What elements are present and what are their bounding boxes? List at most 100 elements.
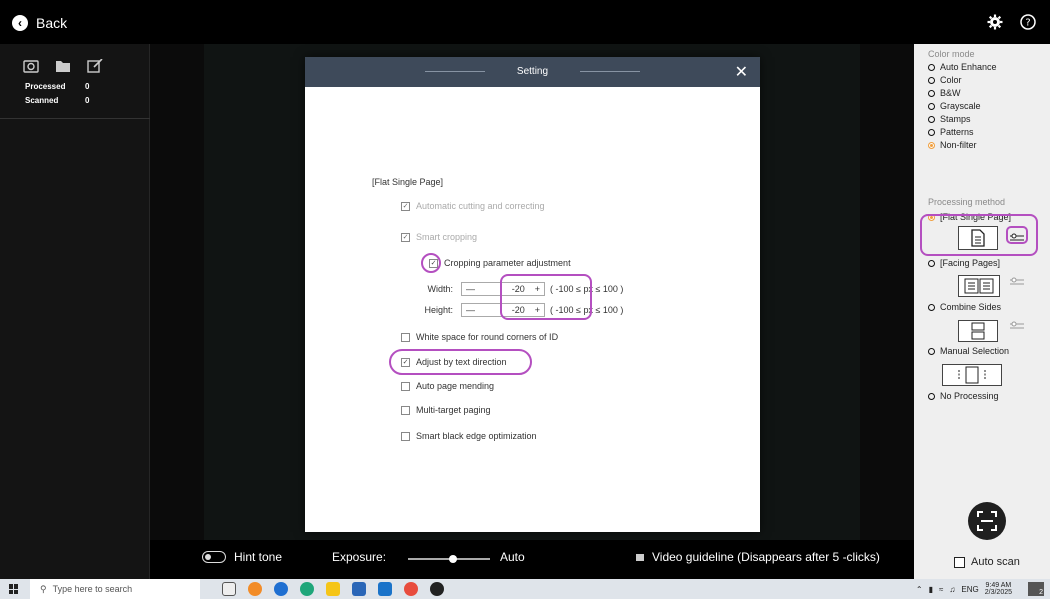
radio-icon[interactable] xyxy=(928,102,935,110)
radio-color[interactable]: Color xyxy=(928,75,962,85)
radio-label: No Processing xyxy=(940,391,999,401)
white-space-option[interactable]: White space for round corners of ID xyxy=(401,332,558,342)
minus-button[interactable]: — xyxy=(466,284,475,294)
exposure-slider[interactable] xyxy=(408,555,490,563)
crop-param-option[interactable]: ✓ Cropping parameter adjustment xyxy=(429,258,571,268)
edge-icon[interactable] xyxy=(300,582,314,596)
multi-target-option[interactable]: Multi-target paging xyxy=(401,405,491,415)
folder-icon[interactable] xyxy=(54,58,72,74)
mail-icon[interactable] xyxy=(378,582,392,596)
scan-button[interactable] xyxy=(968,502,1006,540)
toggle-icon[interactable] xyxy=(202,551,226,563)
radio-combine-sides[interactable]: Combine Sides xyxy=(928,302,1001,312)
manual-selection-thumb[interactable] xyxy=(942,364,1002,386)
checkbox-icon[interactable] xyxy=(401,332,410,342)
combine-adjust-icon[interactable] xyxy=(1010,318,1024,329)
section-label: [Flat Single Page] xyxy=(372,177,444,187)
volume-icon[interactable]: ♫ xyxy=(949,585,955,594)
auto-cut-option[interactable]: ✓ Automatic cutting and correcting xyxy=(401,201,545,211)
processed-stat: Processed 0 xyxy=(25,82,89,91)
radio-patterns[interactable]: Patterns xyxy=(928,127,974,137)
radio-label: Grayscale xyxy=(940,101,981,111)
radio-stamps[interactable]: Stamps xyxy=(928,114,971,124)
close-icon[interactable]: ✕ xyxy=(735,62,748,82)
gear-icon[interactable] xyxy=(985,12,1005,32)
back-label: Back xyxy=(36,15,68,31)
radio-icon[interactable] xyxy=(928,303,935,311)
exposure-mode: Auto xyxy=(500,550,525,564)
hint-tone-toggle[interactable]: Hint tone xyxy=(202,550,282,564)
checkbox-icon[interactable] xyxy=(401,405,410,415)
minus-button[interactable]: — xyxy=(466,305,475,315)
network-icon[interactable]: ≈ xyxy=(939,585,943,594)
help-icon[interactable]: ? xyxy=(1018,12,1038,32)
radio-manual-selection[interactable]: Manual Selection xyxy=(928,346,1009,356)
system-tray: ⌃ ▮ ≈ ♫ ENG 9:49 AM 2/3/2025 xyxy=(916,582,1012,596)
radio-non-filter[interactable]: Non-filter xyxy=(928,140,977,150)
scanned-value: 0 xyxy=(85,96,90,105)
radio-icon[interactable] xyxy=(928,259,935,267)
checkbox-icon[interactable] xyxy=(401,431,410,441)
radio-no-processing[interactable]: No Processing xyxy=(928,391,999,401)
app-icon[interactable] xyxy=(274,582,288,596)
dialog-header: Setting ✕ xyxy=(305,57,760,87)
smart-crop-option[interactable]: ✓ Smart cropping xyxy=(401,232,477,242)
language-indicator[interactable]: ENG xyxy=(961,585,978,594)
radio-icon[interactable] xyxy=(928,141,935,149)
battery-icon[interactable]: ▮ xyxy=(929,585,933,594)
chrome-icon[interactable] xyxy=(404,582,418,596)
highlight-crop-checkbox xyxy=(421,253,441,273)
checkbox-icon[interactable] xyxy=(401,381,410,391)
radio-icon[interactable] xyxy=(928,392,935,400)
radio-icon[interactable] xyxy=(928,115,935,123)
clock[interactable]: 9:49 AM 2/3/2025 xyxy=(985,582,1012,596)
radio-label: Auto Enhance xyxy=(940,62,997,72)
page-mending-option[interactable]: Auto page mending xyxy=(401,381,494,391)
radio-icon[interactable] xyxy=(928,63,935,71)
bottom-bar: Hint tone Exposure: Auto Video guideline… xyxy=(150,540,914,579)
auto-scan-label: Auto scan xyxy=(971,556,1020,568)
video-guideline-label: Video guideline (Disappears after 5 -cli… xyxy=(652,550,880,564)
radio-icon[interactable] xyxy=(928,76,935,84)
exposure-label: Exposure: xyxy=(332,550,386,564)
windows-start-icon[interactable] xyxy=(9,584,19,594)
notification-icon[interactable]: 2 xyxy=(1028,582,1044,596)
back-button[interactable]: ‹ Back xyxy=(12,13,67,33)
camera-icon[interactable] xyxy=(22,58,40,74)
checkbox-icon[interactable] xyxy=(954,556,965,568)
crop-param-label: Cropping parameter adjustment xyxy=(444,258,571,268)
radio-label: Patterns xyxy=(940,127,974,137)
radio-b-w[interactable]: B&W xyxy=(928,88,961,98)
radio-facing-pages[interactable]: [Facing Pages] xyxy=(928,258,1000,268)
task-view-icon[interactable] xyxy=(222,582,236,596)
slider-knob[interactable] xyxy=(449,555,458,563)
height-label: Height: xyxy=(424,305,453,315)
combine-sides-thumb[interactable] xyxy=(958,320,998,342)
auto-scan-checkbox[interactable]: Auto scan xyxy=(954,556,1020,568)
svg-text:?: ? xyxy=(1025,18,1030,29)
app-icon[interactable] xyxy=(430,582,444,596)
radio-icon[interactable] xyxy=(928,347,935,355)
black-edge-option[interactable]: Smart black edge optimization xyxy=(401,431,537,441)
chevron-up-icon[interactable]: ⌃ xyxy=(916,585,923,594)
app-icon[interactable] xyxy=(248,582,262,596)
facing-adjust-icon[interactable] xyxy=(1010,274,1024,285)
radio-grayscale[interactable]: Grayscale xyxy=(928,101,981,111)
facing-pages-thumb[interactable] xyxy=(958,275,1000,297)
store-icon[interactable] xyxy=(352,582,366,596)
dialog-title: Setting xyxy=(516,66,549,77)
radio-auto-enhance[interactable]: Auto Enhance xyxy=(928,62,997,72)
radio-icon[interactable] xyxy=(928,128,935,136)
checkbox-checked-icon[interactable]: ✓ xyxy=(401,201,410,211)
taskbar: ⚲ Type here to search ⌃ ▮ ≈ ♫ ENG 9:49 A… xyxy=(0,579,1050,599)
checkbox-checked-icon[interactable]: ✓ xyxy=(401,232,410,242)
radio-icon[interactable] xyxy=(928,89,935,97)
back-arrow-icon: ‹ xyxy=(12,15,28,31)
clock-time: 9:49 AM xyxy=(985,582,1012,589)
edit-icon[interactable] xyxy=(86,58,104,74)
video-guideline[interactable]: Video guideline (Disappears after 5 -cli… xyxy=(636,550,880,564)
exposure-mode-text: Auto xyxy=(500,550,525,564)
file-explorer-icon[interactable] xyxy=(326,582,340,596)
taskbar-search[interactable]: ⚲ Type here to search xyxy=(30,579,200,599)
right-panel: Color mode Auto Enhance Color B&W Grayscale… xyxy=(914,44,1050,579)
